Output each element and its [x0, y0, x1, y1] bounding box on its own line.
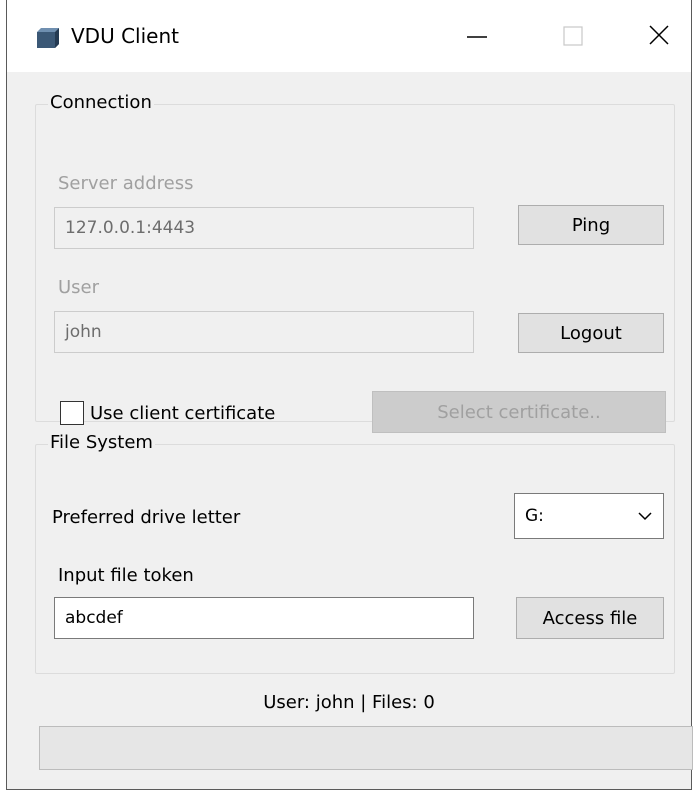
file-token-value: abcdef [65, 608, 123, 628]
connection-group-label: Connection [48, 92, 154, 113]
ping-button[interactable]: Ping [518, 205, 664, 245]
minimize-icon [467, 36, 487, 38]
drive-letter-select[interactable]: G: [514, 493, 664, 539]
title-bar[interactable]: VDU Client [7, 0, 691, 72]
logout-button[interactable]: Logout [518, 313, 664, 353]
use-client-certificate-checkbox[interactable] [60, 401, 84, 425]
minimize-button[interactable] [447, 14, 507, 58]
status-text: User: john | Files: 0 [263, 692, 435, 713]
user-input[interactable]: john [54, 311, 474, 353]
window-title: VDU Client [71, 24, 179, 48]
access-file-button[interactable]: Access file [516, 597, 664, 639]
use-client-certificate-label[interactable]: Use client certificate [90, 403, 275, 424]
progress-bar [39, 726, 693, 770]
server-address-input[interactable]: 127.0.0.1:4443 [54, 207, 474, 249]
chevron-down-icon [638, 512, 652, 521]
input-file-token-label: Input file token [58, 565, 194, 586]
maximize-icon [563, 26, 583, 46]
file-token-input[interactable]: abcdef [54, 597, 474, 639]
preferred-drive-letter-label: Preferred drive letter [52, 507, 241, 528]
app-icon [37, 28, 59, 48]
server-address-value: 127.0.0.1:4443 [65, 218, 196, 238]
user-value: john [65, 322, 102, 342]
connection-group: Connection Server address 127.0.0.1:4443… [35, 92, 675, 433]
maximize-button[interactable] [542, 14, 602, 58]
file-system-group-label: File System [48, 432, 155, 453]
server-address-label: Server address [58, 173, 194, 194]
client-area: Connection Server address 127.0.0.1:4443… [7, 72, 693, 790]
drive-letter-value: G: [525, 506, 544, 526]
file-system-group: File System Preferred drive letter G: In… [35, 432, 675, 674]
app-window: VDU Client Connection Server address 127… [6, 0, 693, 790]
close-icon [649, 25, 669, 45]
user-label: User [58, 277, 100, 298]
select-certificate-button[interactable]: Select certificate.. [372, 391, 666, 433]
close-button[interactable] [629, 14, 689, 58]
